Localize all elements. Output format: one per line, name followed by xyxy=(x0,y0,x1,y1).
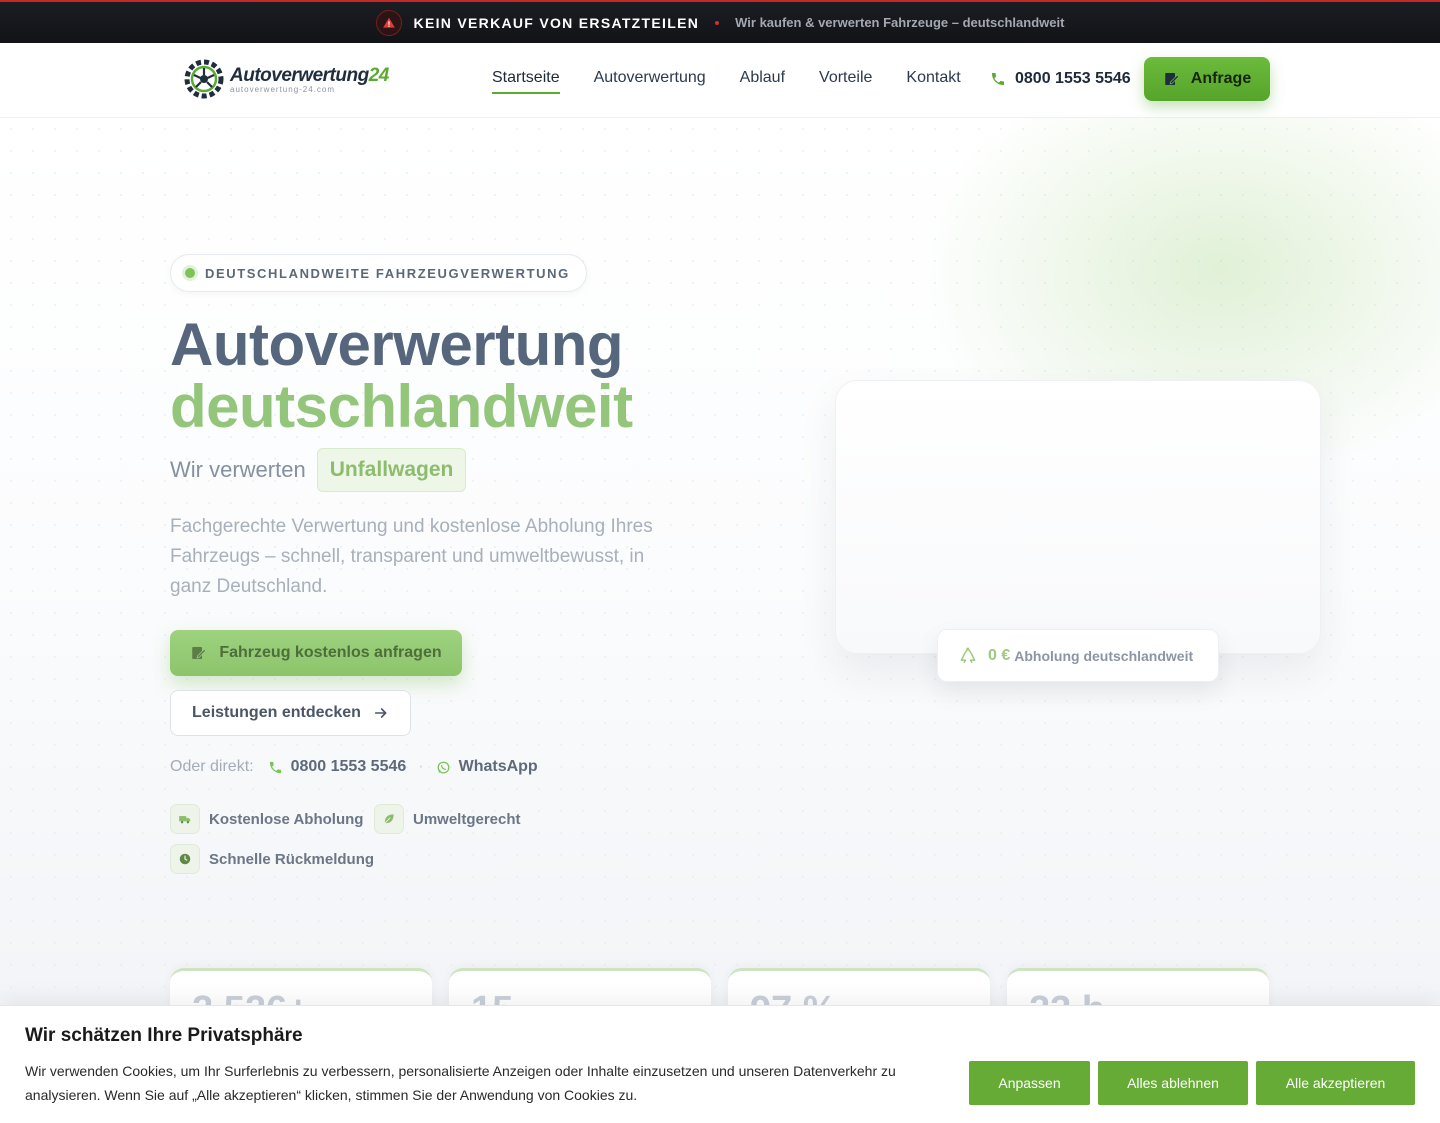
cookie-customize-button[interactable]: Anpassen xyxy=(969,1061,1090,1105)
subtitle-rotating-tag: Unfallwagen xyxy=(316,448,467,492)
request-free-label: Fahrzeug kostenlos anfragen xyxy=(219,644,442,661)
request-free-button[interactable]: Fahrzeug kostenlos anfragen xyxy=(170,630,462,676)
phone-icon xyxy=(269,761,281,773)
alert-headline: KEIN VERKAUF VON ERSATZTEILEN xyxy=(413,14,700,31)
logo-name: Autoverwertung24 xyxy=(230,64,389,86)
direct-contact-row: Oder direkt: 0800 1553 5546 · WhatsApp xyxy=(170,758,538,776)
direct-phone-number: 0800 1553 5546 xyxy=(290,758,407,775)
hero-eyebrow-text: DEUTSCHLANDWEITE FAHRZEUGVERWERTUNG xyxy=(205,265,570,281)
alert-subline: Wir kaufen & verwerten Fahrzeuge – deuts… xyxy=(735,15,1065,30)
separator-dot xyxy=(715,20,720,25)
status-dot xyxy=(185,268,195,278)
form-edit-icon xyxy=(1165,73,1180,85)
hero-subtitle: Wir verwerten Unfallwagen xyxy=(170,448,467,492)
hero-title-line1: Autoverwertung xyxy=(170,311,624,378)
whatsapp-link[interactable]: WhatsApp xyxy=(436,758,538,776)
separator-dot: · xyxy=(418,758,424,775)
badge-text: Abholung deutschlandweit xyxy=(1014,647,1194,664)
leaf-icon xyxy=(374,804,404,834)
feature-label: Kostenlose Abholung xyxy=(209,810,364,828)
truck-icon xyxy=(170,804,200,834)
form-edit-icon xyxy=(192,647,207,659)
feature-eco: Umweltgerecht xyxy=(374,804,521,834)
cookie-reject-button[interactable]: Alles ablehnen xyxy=(1098,1061,1248,1105)
site-header: Autoverwertung24 autoverwertung-24.com S… xyxy=(0,43,1440,118)
hero-description: Fachgerechte Verwertung und kostenlose A… xyxy=(170,516,653,597)
discover-services-label: Leistungen entdecken xyxy=(192,704,361,721)
phone-icon xyxy=(992,73,1004,85)
free-pickup-badge: 0 € Abholung deutschlandweit xyxy=(937,629,1219,682)
feature-free-pickup: Kostenlose Abholung xyxy=(170,804,363,834)
cookie-consent-banner: Wir schätzen Ihre Privatsphäre Wir verwe… xyxy=(0,1005,1440,1123)
nav-ablauf[interactable]: Ablauf xyxy=(740,69,785,94)
nav-vorteile[interactable]: Vorteile xyxy=(819,69,872,94)
top-alert-bar: KEIN VERKAUF VON ERSATZTEILEN Wir kaufen… xyxy=(0,0,1440,43)
hero-title-line2: deutschlandweit xyxy=(170,373,633,440)
feature-label: Umweltgerecht xyxy=(413,810,521,828)
hero-eyebrow-pill: DEUTSCHLANDWEITE FAHRZEUGVERWERTUNG xyxy=(170,254,587,292)
wheel-logo-icon xyxy=(184,59,224,99)
discover-services-button[interactable]: Leistungen entdecken xyxy=(170,690,411,736)
logo-url: autoverwertung-24.com xyxy=(230,84,336,94)
anfrage-label: Anfrage xyxy=(1190,70,1252,87)
subtitle-lead: Wir verwerten xyxy=(170,457,306,482)
whatsapp-icon xyxy=(437,761,450,773)
arrow-right-icon xyxy=(374,708,387,718)
hero-section: DEUTSCHLANDWEITE FAHRZEUGVERWERTUNG Auto… xyxy=(0,118,1440,1123)
badge-amount: 0 € xyxy=(988,646,1011,664)
feature-label: Schnelle Rückmeldung xyxy=(209,850,375,868)
direct-phone-link[interactable]: 0800 1553 5546 xyxy=(268,758,407,776)
header-phone-link[interactable]: 0800 1553 5546 xyxy=(990,70,1131,88)
nav-startseite[interactable]: Startseite xyxy=(492,69,560,94)
hero-image-card xyxy=(835,380,1321,654)
nav-autoverwertung[interactable]: Autoverwertung xyxy=(594,69,706,94)
logo[interactable]: Autoverwertung24 autoverwertung-24.com xyxy=(184,59,389,99)
cookie-title: Wir schätzen Ihre Privatsphäre xyxy=(25,1025,303,1046)
warning-icon xyxy=(375,9,402,36)
cookie-accept-button[interactable]: Alle akzeptieren xyxy=(1256,1061,1415,1105)
anfrage-button[interactable]: Anfrage xyxy=(1144,57,1270,101)
whatsapp-label: WhatsApp xyxy=(458,758,538,775)
cookie-text: Wir verwenden Cookies, um Ihr Surferlebn… xyxy=(25,1063,896,1103)
header-phone-number: 0800 1553 5546 xyxy=(1015,70,1131,87)
recycle-icon xyxy=(960,647,976,663)
main-nav: Startseite Autoverwertung Ablauf Vorteil… xyxy=(492,69,961,94)
direct-label: Oder direkt: xyxy=(170,758,254,775)
feature-fast-response: Schnelle Rückmeldung xyxy=(170,844,374,874)
nav-kontakt[interactable]: Kontakt xyxy=(906,69,960,94)
clock-icon xyxy=(170,844,200,874)
